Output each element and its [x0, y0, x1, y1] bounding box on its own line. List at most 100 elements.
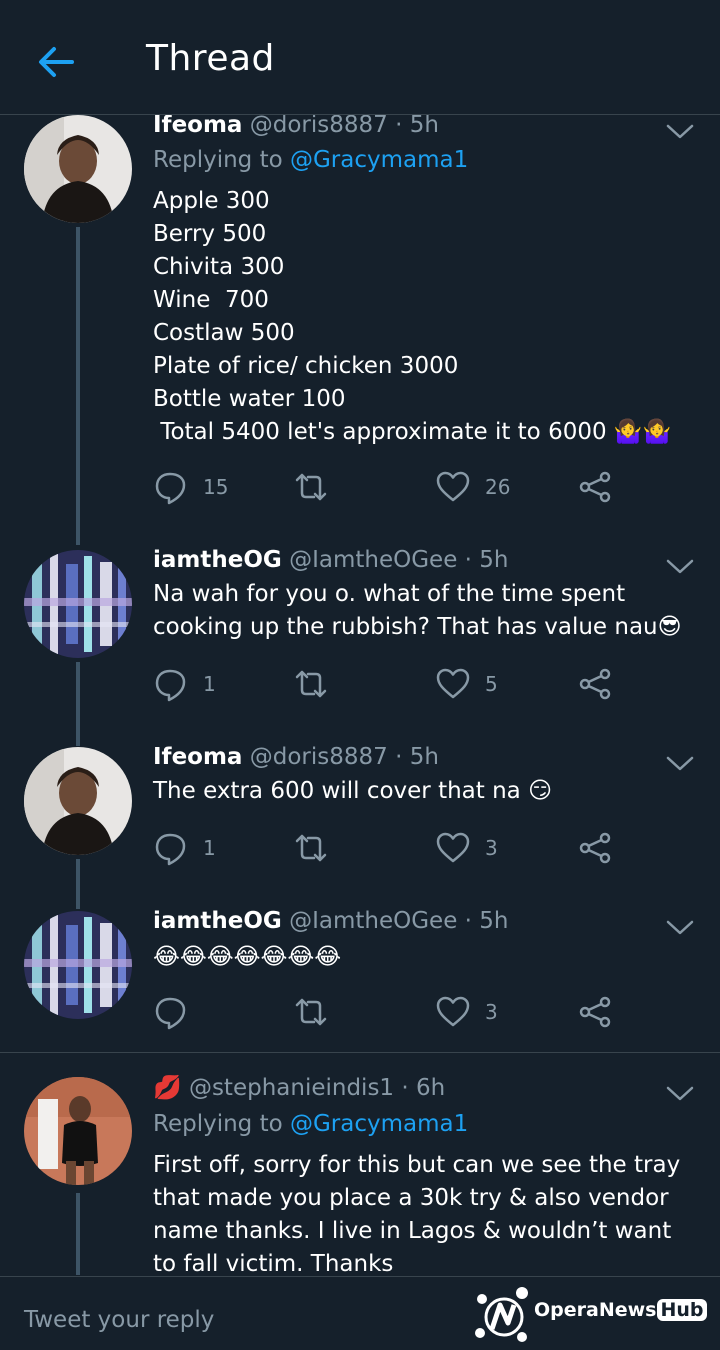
watermark: OperaNews Hub — [470, 1283, 710, 1347]
retweet-button[interactable] — [293, 992, 329, 1032]
tweet-text-line: Chivita 300 — [153, 254, 285, 280]
tweet-text-line: Na wah for you o. what of the time spent… — [153, 581, 682, 640]
opera-news-logo-icon — [475, 1287, 528, 1342]
thread-screen: Thread Ifeoma @doris8887 · 5h Replying t… — [0, 0, 720, 1350]
heart-icon — [436, 996, 470, 1027]
separator-dot: · — [464, 547, 472, 573]
reply-count: 15 — [203, 475, 229, 499]
share-button[interactable] — [577, 828, 613, 868]
mention-link[interactable]: @Gracymama1 — [290, 147, 468, 173]
chevron-down-icon[interactable] — [664, 752, 696, 776]
separator-dot: · — [395, 744, 403, 770]
replying-to-line: Replying to @Gracymama1 — [153, 147, 468, 173]
separator-dot: · — [401, 1075, 409, 1101]
share-icon — [579, 996, 611, 1028]
separator-dot: · — [464, 908, 472, 934]
heart-icon — [436, 668, 470, 699]
thread-connector-line — [76, 662, 80, 746]
display-name[interactable]: Ifeoma — [153, 115, 242, 138]
speech-bubble-icon — [155, 669, 186, 702]
retweet-button[interactable] — [293, 664, 329, 704]
speech-bubble-icon — [155, 997, 186, 1030]
share-button[interactable] — [577, 664, 613, 704]
tweet-text: First off, sorry for this but can we see… — [153, 1149, 701, 1275]
chevron-down-icon[interactable] — [664, 555, 696, 579]
chevron-down-icon[interactable] — [664, 916, 696, 940]
tweet-text: Apple 300 Berry 500 Chivita 300 Wine 700… — [153, 185, 701, 449]
tweet-meta: iamtheOG @IamtheOGee · 5h — [153, 908, 509, 934]
avatar[interactable] — [24, 911, 132, 1019]
like-count: 3 — [485, 1000, 498, 1024]
heart-icon — [436, 832, 470, 863]
timestamp: 5h — [409, 115, 439, 138]
like-button[interactable]: 5 — [435, 664, 498, 704]
share-icon — [579, 832, 611, 864]
share-button[interactable] — [577, 467, 613, 507]
tweet-text-line: Berry 500 — [153, 221, 267, 247]
reply-count: 1 — [203, 672, 216, 696]
display-name[interactable]: iamtheOG — [153, 547, 282, 573]
tweet-meta: iamtheOG @IamtheOGee · 5h — [153, 547, 509, 573]
tweet-text-line: Plate of rice/ chicken 3000 — [153, 353, 459, 379]
replying-to-label: Replying to — [153, 1111, 290, 1137]
user-handle[interactable]: @doris8887 — [250, 115, 388, 138]
back-arrow-icon[interactable] — [34, 40, 78, 84]
timestamp: 5h — [479, 908, 509, 934]
share-button[interactable] — [577, 992, 613, 1032]
tweet-meta: Ifeoma @doris8887 · 5h — [153, 115, 439, 138]
reply-button[interactable]: 15 — [153, 467, 228, 507]
heart-icon — [436, 471, 470, 502]
tweet-text-line: Wine 700 — [153, 287, 269, 313]
top-app-bar: Thread — [0, 0, 720, 115]
page-title: Thread — [146, 38, 275, 79]
reply-button[interactable]: 1 — [153, 828, 216, 868]
separator-dot: · — [395, 115, 403, 138]
tweet-feed[interactable]: Ifeoma @doris8887 · 5h Replying to @Grac… — [0, 115, 720, 1275]
like-button[interactable]: 26 — [435, 467, 510, 507]
user-handle[interactable]: @IamtheOGee — [289, 908, 457, 934]
display-name[interactable]: Ifeoma — [153, 744, 242, 770]
tweet-text-line: Costlaw 500 — [153, 320, 295, 346]
chevron-down-icon[interactable] — [664, 120, 696, 144]
timestamp: 5h — [479, 547, 509, 573]
thread-connector-line — [76, 227, 80, 545]
chevron-down-icon[interactable] — [664, 1082, 696, 1106]
tweet-meta: Ifeoma @doris8887 · 5h — [153, 744, 439, 770]
avatar[interactable] — [24, 115, 132, 223]
reply-composer-bar: Tweet your reply OperaNews Hub — [0, 1276, 720, 1350]
watermark-brand: OperaNews — [534, 1299, 657, 1321]
display-name[interactable]: 💋 — [153, 1075, 182, 1101]
avatar[interactable] — [24, 747, 132, 855]
tweet-text-line: 😂😂😂😂😂😂😂 — [153, 944, 342, 970]
user-handle[interactable]: @doris8887 — [250, 744, 388, 770]
like-count: 5 — [485, 672, 498, 696]
retweet-button[interactable] — [293, 467, 329, 507]
retweet-icon — [295, 473, 327, 501]
like-count: 26 — [485, 475, 511, 499]
tweet-actions: 15 26 — [153, 467, 673, 507]
speech-bubble-icon — [155, 472, 186, 505]
mention-link[interactable]: @Gracymama1 — [290, 1111, 468, 1137]
reply-count: 1 — [203, 836, 216, 860]
avatar[interactable] — [24, 550, 132, 658]
retweet-icon — [295, 998, 327, 1026]
avatar[interactable] — [24, 1077, 132, 1185]
reply-button[interactable] — [153, 992, 203, 1032]
tweet-reply-input[interactable]: Tweet your reply — [24, 1307, 214, 1333]
replying-to-line: Replying to @Gracymama1 — [153, 1111, 468, 1137]
tweet-actions: 1 5 — [153, 664, 673, 704]
user-handle[interactable]: @IamtheOGee — [289, 547, 457, 573]
reply-button[interactable]: 1 — [153, 664, 216, 704]
like-button[interactable]: 3 — [435, 992, 498, 1032]
thread-connector-line — [76, 859, 80, 909]
display-name[interactable]: iamtheOG — [153, 908, 282, 934]
like-button[interactable]: 3 — [435, 828, 498, 868]
retweet-button[interactable] — [293, 828, 329, 868]
tweet-text-line: First off, sorry for this but can we see… — [153, 1152, 688, 1275]
speech-bubble-icon — [155, 833, 186, 866]
tweet-text-line: The extra 600 will cover that na 😏 — [153, 778, 553, 804]
timestamp: 5h — [409, 744, 439, 770]
retweet-icon — [295, 670, 327, 698]
tweet-text-line: Bottle water 100 — [153, 386, 346, 412]
user-handle[interactable]: @stephanieindis1 — [189, 1075, 394, 1101]
